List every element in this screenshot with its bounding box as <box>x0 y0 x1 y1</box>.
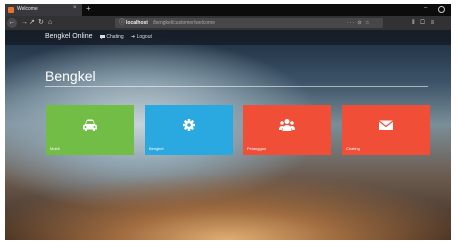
tile-bengkel[interactable]: Bengkel <box>145 105 233 155</box>
tab-welcome[interactable]: Welcome × <box>5 4 82 16</box>
window-control-icon[interactable] <box>438 6 445 13</box>
menu-logout-label: Logout <box>136 34 152 40</box>
forward-icon[interactable]: → <box>21 18 28 28</box>
users-icon <box>279 119 295 131</box>
tile-label: Mobil <box>50 146 60 151</box>
tile-mobil[interactable]: Mobil <box>46 105 134 155</box>
tile-chating[interactable]: Chating <box>342 105 430 155</box>
chat-icon <box>100 34 105 39</box>
tab-strip: Welcome × + – <box>5 4 451 16</box>
tile-label: Chating <box>346 146 360 151</box>
menu-chating[interactable]: Chating <box>100 34 124 40</box>
envelope-icon <box>378 120 394 130</box>
tile-label: Pelanggan <box>247 146 267 151</box>
info-icon[interactable]: ⓘ <box>119 19 125 27</box>
title-divider <box>45 86 428 87</box>
site-navbar: Bengkel Online Chating ➜ Logout <box>5 30 451 45</box>
url-path: /bengkel/customer/welcome <box>153 20 215 26</box>
browser-window: Welcome × + – ← → ↗ ↻ ⌂ ⓘ localhost /ben… <box>5 4 451 240</box>
page-title: Bengkel <box>45 68 96 84</box>
reload-icon[interactable]: ↻ <box>38 18 44 28</box>
web-page: Bengkel Online Chating ➜ Logout Bengkel … <box>5 30 451 240</box>
toolbar-icons[interactable]: ⫴ ▢ ≡ <box>412 18 436 28</box>
navigation-bar: ← → ↗ ↻ ⌂ ⓘ localhost /bengkel/customer/… <box>5 16 451 30</box>
tile-pelanggan[interactable]: Pelanggan <box>243 105 331 155</box>
tab-close-icon[interactable]: × <box>73 5 77 11</box>
url-actions-icons[interactable]: ··· ⊙ ☆ <box>347 19 370 27</box>
logout-icon: ➜ <box>131 34 136 40</box>
home-icon[interactable]: ⌂ <box>48 18 52 28</box>
tab-title: Welcome <box>17 6 38 12</box>
minimize-icon[interactable]: – <box>424 5 427 11</box>
car-icon <box>83 119 97 131</box>
tile-label: Bengkel <box>149 146 164 151</box>
address-bar[interactable]: ⓘ localhost /bengkel/customer/welcome ··… <box>115 18 383 28</box>
gear-icon <box>183 119 195 131</box>
url-host: localhost <box>126 20 148 26</box>
menu-logout[interactable]: ➜ Logout <box>131 34 152 40</box>
new-tab-icon[interactable]: + <box>86 4 91 13</box>
tools-icon[interactable]: ↗ <box>29 18 35 28</box>
menu-chating-label: Chating <box>106 34 124 40</box>
brand-link[interactable]: Bengkel Online <box>45 33 92 40</box>
back-icon[interactable]: ← <box>7 18 17 28</box>
favicon-icon <box>8 7 14 13</box>
